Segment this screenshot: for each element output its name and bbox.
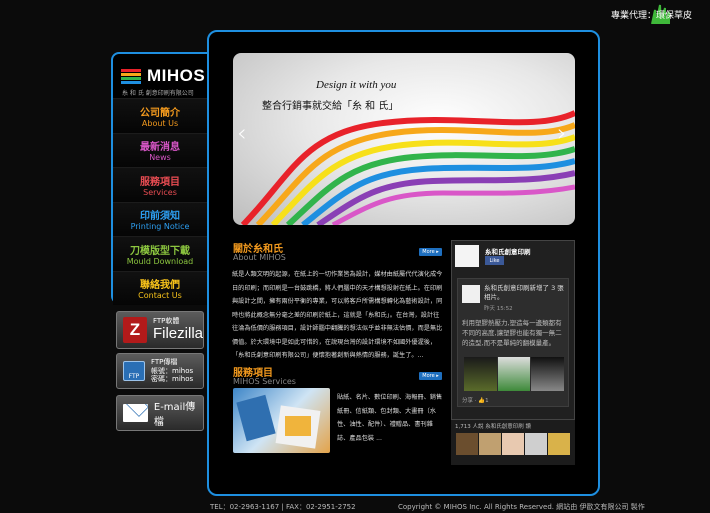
- about-text: 紙是人類文明的起源，在紙上的一切作業皆為設計，媒材由紙屬代代演化成今日的印刷；而…: [232, 271, 443, 359]
- facebook-post-text: 利用塑膠熱壓力,塑造每一邊類都有不同的高度,讓塑膠也能有獨一無二的造型,而不是單…: [462, 319, 562, 347]
- facebook-page-name[interactable]: 糸和氏創意印刷: [485, 246, 531, 256]
- menu-item-printing-notice[interactable]: 印前須知 Printing Notice: [113, 201, 207, 236]
- fan-avatar[interactable]: [479, 433, 501, 455]
- hero-banner[interactable]: [233, 53, 575, 225]
- menu-label-zh: 公司簡介: [140, 107, 180, 119]
- ftp-password: 密碼：mihos: [151, 375, 194, 384]
- logo-subtitle: 糸 和 氏 創意印刷有限公司: [122, 90, 194, 97]
- menu-label-en: News: [149, 153, 171, 163]
- menu-label-zh: 聯絡我們: [140, 280, 180, 292]
- main-menu: 公司簡介 About Us 最新消息 News 服務項目 Services 印前…: [113, 98, 207, 305]
- menu-label-en: Contact Us: [138, 291, 182, 301]
- banner-tagline-en: Design it with you: [316, 79, 397, 91]
- menu-item-contact[interactable]: 聯絡我們 Contact Us: [113, 270, 207, 305]
- envelope-icon: [123, 404, 148, 422]
- about-subtitle: About MIHOS: [233, 253, 286, 262]
- menu-label-zh: 印前須知: [140, 211, 180, 223]
- facebook-post-avatar[interactable]: [462, 285, 480, 303]
- facebook-page-avatar[interactable]: [455, 245, 479, 267]
- menu-label-en: Services: [143, 187, 177, 197]
- fan-avatar[interactable]: [525, 433, 547, 455]
- fan-avatar[interactable]: [548, 433, 570, 455]
- facebook-post-photos[interactable]: [464, 357, 565, 391]
- menu-label-zh: 最新消息: [140, 142, 180, 154]
- facebook-post-time[interactable]: 昨天 15:52: [484, 304, 513, 312]
- email-label: E-mail傳檔: [153, 402, 196, 428]
- facebook-like-button[interactable]: Like: [485, 256, 504, 265]
- fan-avatar[interactable]: [456, 433, 478, 455]
- services-subtitle: MIHOS Services: [233, 377, 296, 386]
- facebook-fans-count: 1,713 人說 糸和氏創意印刷 讚: [455, 424, 531, 430]
- menu-label-en: About Us: [141, 118, 179, 128]
- about-more-button[interactable]: More ▸: [419, 248, 442, 256]
- services-more-button[interactable]: More ▸: [419, 372, 442, 380]
- rainbow-ribbon-graphic: [240, 110, 575, 225]
- facebook-share-link[interactable]: 分享 · 👍1: [462, 396, 489, 404]
- menu-label-zh: 刀模版型下載: [130, 245, 190, 257]
- menu-label-en: Mould Download: [126, 256, 194, 266]
- logo-name: MIHOS: [147, 66, 206, 85]
- logo-mark-icon: [121, 68, 141, 84]
- banner-tagline-zh: 整合行銷事就交給「糸 和 氏」: [262, 101, 399, 112]
- ftp-icon: FTP: [123, 361, 145, 381]
- filezilla-caption: FTP軟體: [152, 317, 180, 325]
- menu-item-mould-download[interactable]: 刀模版型下載 Mould Download: [113, 236, 207, 271]
- menu-item-about[interactable]: 公司簡介 About Us: [113, 98, 207, 133]
- footer-copyright: Copyright © MIHOS Inc. All Rights Reserv…: [398, 503, 645, 511]
- menu-item-news[interactable]: 最新消息 News: [113, 132, 207, 167]
- email-upload-button[interactable]: E-mail傳檔: [116, 395, 204, 431]
- footer-contact: TEL：02-2963-1167 | FAX：02-2951-2752: [210, 503, 356, 511]
- banner-prev-arrow-icon[interactable]: ‹: [237, 119, 247, 147]
- menu-label-en: Printing Notice: [130, 222, 190, 232]
- filezilla-label: Filezilla: [152, 325, 203, 342]
- ftp-upload-button[interactable]: FTP FTP傳檔 帳號：mihos 密碼：mihos: [116, 353, 204, 389]
- services-image[interactable]: [233, 388, 330, 453]
- agent-note: 專業代理：環保草皮: [610, 11, 692, 21]
- left-nav-panel: MIHOS 糸 和 氏 創意印刷有限公司 公司簡介 About Us 最新消息 …: [111, 52, 207, 305]
- menu-item-services[interactable]: 服務項目 Services: [113, 167, 207, 202]
- menu-label-zh: 服務項目: [140, 176, 180, 188]
- services-text: 貼紙、名片、數位印刷、海報冊、銷售紙冊、信紙類、包封類、大畫冊（水性、油性、配件…: [337, 394, 443, 442]
- filezilla-icon: Z: [123, 317, 147, 343]
- facebook-post-title[interactable]: 糸和氏創意印刷新增了 3 張相片。: [484, 284, 566, 302]
- fan-avatar[interactable]: [502, 433, 524, 455]
- banner-next-arrow-icon[interactable]: ›: [557, 119, 567, 147]
- ftp-title: FTP傳檔: [151, 357, 178, 366]
- filezilla-button[interactable]: Z FTP軟體 Filezilla: [116, 311, 204, 349]
